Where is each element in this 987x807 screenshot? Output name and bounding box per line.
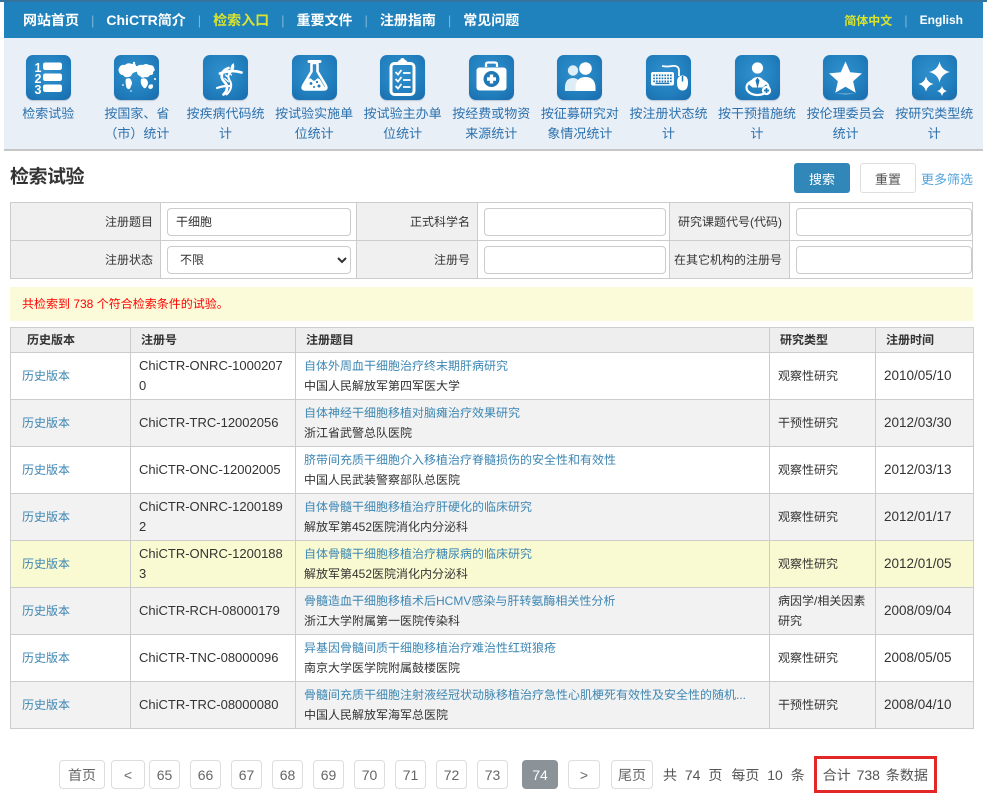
svg-text:3: 3 — [34, 83, 41, 97]
